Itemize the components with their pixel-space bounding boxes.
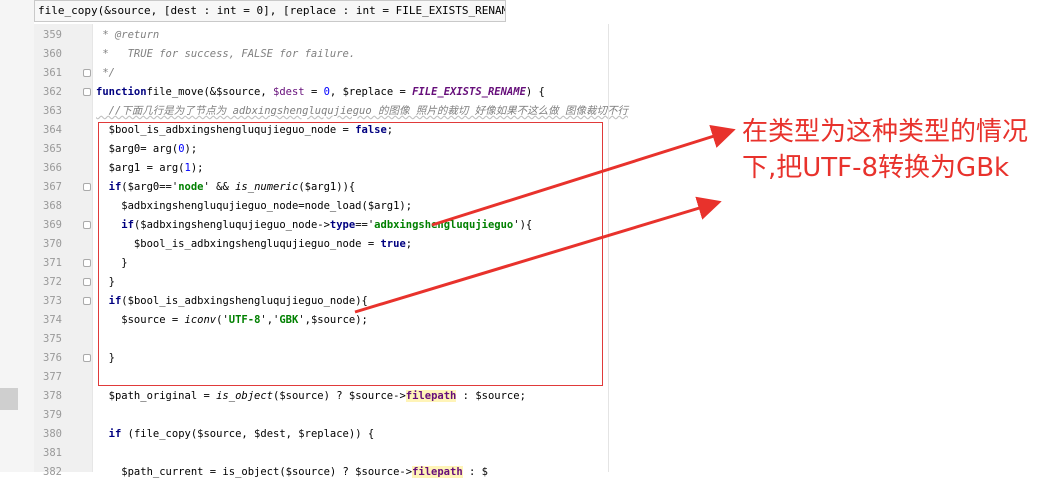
annotation-text: 在类型为这种类型的情况下,把UTF-8转换为GBk <box>742 117 1029 183</box>
annotation-arrows <box>354 124 736 314</box>
arrow-to-iconv-block <box>354 196 722 314</box>
